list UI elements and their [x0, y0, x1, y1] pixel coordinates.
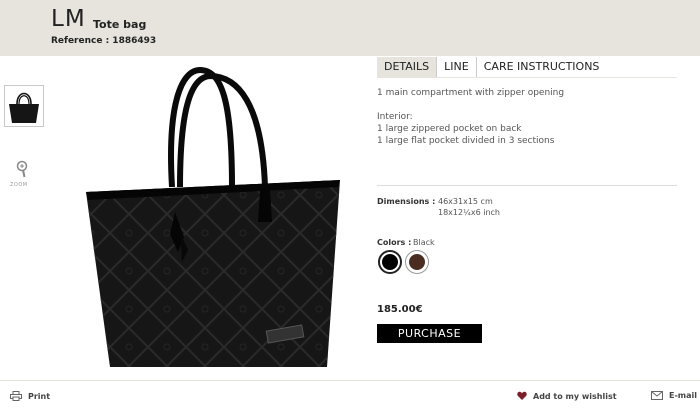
print-link[interactable]: Print — [10, 391, 50, 401]
zoom-label: ZOOM — [10, 182, 28, 188]
product-image — [86, 66, 340, 367]
print-label: Print — [28, 391, 51, 401]
email-link[interactable]: E-mail — [651, 391, 697, 400]
zoom-button[interactable]: ZOOM — [8, 158, 38, 192]
product-type: Tote bag — [93, 18, 147, 31]
swatch-fill — [382, 254, 398, 270]
color-swatch-brown[interactable] — [405, 250, 429, 274]
dimensions-imperial: 18x12¼x6 inch — [438, 208, 500, 217]
product-header: LM Tote bag Reference : 1886493 — [0, 0, 700, 56]
dimensions-label: Dimensions : — [377, 197, 436, 206]
selected-color: Black — [413, 238, 435, 247]
interior-heading: Interior: — [377, 112, 413, 122]
interior-item-2: 1 large flat pocket divided in 3 section… — [377, 136, 555, 146]
detail-line: 1 main compartment with zipper opening — [377, 88, 565, 98]
colors-label: Colors : — [377, 238, 412, 247]
email-label: E-mail — [669, 391, 698, 400]
dimensions-metric: 46x31x15 cm — [438, 197, 493, 206]
product-tabs: DETAILS LINE CARE INSTRUCTIONS — [377, 57, 606, 77]
zoom-icon — [16, 160, 28, 178]
printer-icon — [10, 391, 22, 401]
wishlist-link[interactable]: Add to my wishlist — [517, 391, 617, 401]
footer-bar: Print Add to my wishlist E-mail — [0, 381, 700, 411]
tabs-divider — [377, 77, 677, 78]
color-swatch-black[interactable] — [378, 250, 402, 274]
envelope-icon — [651, 391, 663, 400]
bag-thumbnail[interactable] — [4, 85, 44, 127]
heart-icon — [517, 391, 527, 400]
swatch-fill — [409, 254, 425, 270]
purchase-button[interactable]: PURCHASE — [377, 324, 482, 343]
brand-name: LM — [51, 6, 86, 32]
product-price: 185.00€ — [377, 304, 423, 315]
product-reference: Reference : 1886493 — [51, 36, 157, 46]
interior-item-1: 1 large zippered pocket on back — [377, 124, 522, 134]
wishlist-label: Add to my wishlist — [533, 391, 617, 401]
section-divider — [377, 185, 677, 186]
tab-care-instructions[interactable]: CARE INSTRUCTIONS — [477, 57, 607, 77]
tab-line[interactable]: LINE — [437, 57, 477, 77]
tab-details[interactable]: DETAILS — [377, 57, 438, 77]
